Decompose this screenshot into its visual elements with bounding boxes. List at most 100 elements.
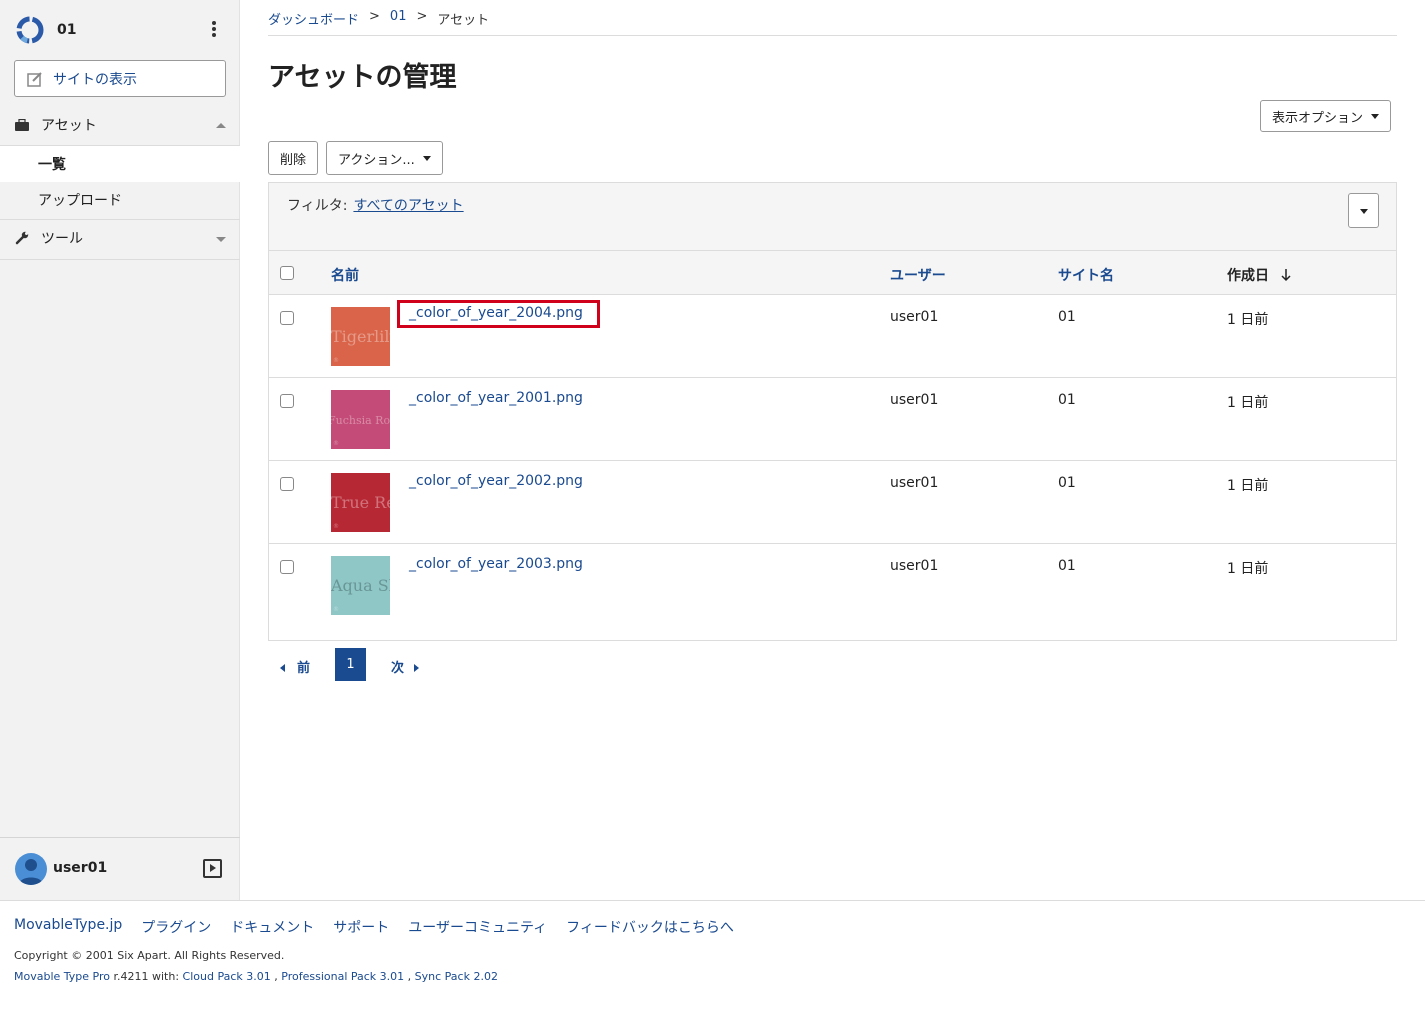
thumbnail-text: Aqua Sky (331, 576, 390, 595)
breadcrumb-dashboard[interactable]: ダッシュボード (268, 9, 359, 28)
pagination-next[interactable]: 次 (391, 657, 420, 676)
view-site-button[interactable]: サイトの表示 (14, 60, 226, 97)
divider (268, 35, 1397, 36)
pack-link-sync[interactable]: Sync Pack 2.02 (415, 970, 498, 983)
version-info: Movable Type Pro r.4211 with: Cloud Pack… (14, 970, 498, 983)
footer-link-community[interactable]: ユーザーコミュニティ (408, 917, 547, 937)
column-header-site[interactable]: サイト名 (1058, 265, 1114, 285)
breadcrumb-separator: > (369, 9, 380, 24)
user-name[interactable]: user01 (53, 860, 107, 876)
row-checkbox[interactable] (280, 311, 294, 325)
site-name[interactable]: 01 (57, 22, 76, 38)
asset-name-link[interactable]: _color_of_year_2002.png (409, 473, 583, 489)
column-header-user[interactable]: ユーザー (890, 265, 946, 285)
asset-thumbnail[interactable]: Tigerlily ® (331, 307, 390, 366)
edit-icon (27, 71, 42, 87)
sidebar-item-label: アップロード (38, 193, 122, 209)
asset-created: 1 日前 (1227, 312, 1269, 328)
row-checkbox[interactable] (280, 394, 294, 408)
avatar[interactable] (15, 853, 47, 885)
asset-site: 01 (1058, 309, 1076, 325)
table-row: Tigerlily ® _color_of_year_2004.png user0… (269, 295, 1396, 378)
filter-label-text: フィルタ: (287, 198, 348, 214)
pack-link-professional[interactable]: Professional Pack 3.01 (281, 970, 404, 983)
copyright: Copyright © 2001 Six Apart. All Rights R… (14, 949, 285, 962)
user-icon (19, 859, 43, 885)
column-header-label: 作成日 (1227, 268, 1269, 284)
actions-dropdown[interactable]: アクション... (326, 141, 443, 175)
table-row: Fuchsia Rose ® _color_of_year_2001.png us… (269, 378, 1396, 461)
arrow-down-icon (1281, 269, 1291, 282)
briefcase-icon (15, 119, 29, 131)
footer-link-documents[interactable]: ドキュメント (230, 917, 314, 937)
asset-created: 1 日前 (1227, 561, 1269, 577)
asset-name-link[interactable]: _color_of_year_2003.png (409, 556, 583, 572)
thumbnail-mark: ® (333, 357, 339, 364)
breadcrumb-current: アセット (437, 13, 490, 28)
filter-toggle-button[interactable] (1348, 193, 1379, 228)
row-checkbox[interactable] (280, 477, 294, 491)
asset-thumbnail[interactable]: True Red ® (331, 473, 390, 532)
display-options-label: 表示オプション (1272, 110, 1364, 126)
thumbnail-mark: ® (333, 523, 339, 530)
pack-link-cloud[interactable]: Cloud Pack 3.01 (183, 970, 271, 983)
sidebar-section-tools[interactable]: ツール (0, 219, 240, 257)
separator: , (404, 970, 415, 983)
asset-user: user01 (890, 309, 939, 325)
select-all-checkbox[interactable] (280, 266, 294, 280)
sidebar-section-assets[interactable]: アセット (0, 106, 240, 144)
footer-link-movabletype[interactable]: MovableType.jp (14, 917, 122, 937)
footer-link-plugins[interactable]: プラグイン (141, 917, 211, 937)
asset-site: 01 (1058, 475, 1076, 491)
caret-right-icon (414, 664, 420, 672)
table-header: 名前 ユーザー サイト名 作成日 (269, 251, 1396, 295)
footer: MovableType.jp プラグイン ドキュメント サポート ユーザーコミュ… (0, 900, 1425, 1017)
pagination-prev-label: 前 (297, 661, 311, 676)
pagination-next-label: 次 (391, 661, 405, 676)
row-checkbox[interactable] (280, 560, 294, 574)
asset-site: 01 (1058, 558, 1076, 574)
asset-created: 1 日前 (1227, 478, 1269, 494)
asset-user: user01 (890, 475, 939, 491)
column-header-created[interactable]: 作成日 (1227, 265, 1292, 285)
footer-link-support[interactable]: サポート (333, 917, 389, 937)
movable-type-logo-icon[interactable] (15, 15, 45, 45)
breadcrumb-site[interactable]: 01 (390, 9, 407, 28)
asset-user: user01 (890, 558, 939, 574)
asset-name-link[interactable]: _color_of_year_2001.png (409, 390, 583, 406)
display-options-button[interactable]: 表示オプション (1260, 100, 1392, 132)
pagination-current-page[interactable]: 1 (335, 648, 366, 681)
column-header-name[interactable]: 名前 (331, 265, 359, 285)
thumbnail-mark: ® (333, 440, 339, 447)
filter-link[interactable]: すべてのアセット (353, 198, 463, 214)
caret-up-icon (216, 123, 226, 128)
breadcrumb: ダッシュボード > 01 > アセット (268, 9, 489, 28)
caret-left-icon (280, 664, 285, 672)
asset-thumbnail[interactable]: Fuchsia Rose ® (331, 390, 390, 449)
thumbnail-text: Tigerlily (331, 327, 390, 346)
product-link[interactable]: Movable Type Pro (14, 970, 110, 983)
divider (0, 259, 240, 260)
pagination-prev[interactable]: 前 (280, 657, 310, 676)
sidebar-header: 01 (0, 0, 240, 60)
thumbnail-text: True Red (331, 493, 390, 512)
breadcrumb-separator: > (416, 9, 428, 24)
page-title: アセットの管理 (268, 62, 457, 93)
table-row: True Red ® _color_of_year_2002.png user01… (269, 461, 1396, 544)
asset-thumbnail[interactable]: Aqua Sky ® (331, 556, 390, 615)
sidebar-item-upload[interactable]: アップロード (0, 182, 240, 218)
delete-button[interactable]: 削除 (268, 141, 319, 175)
table-row: Aqua Sky ® _color_of_year_2003.png user01… (269, 544, 1396, 627)
footer-links: MovableType.jp プラグイン ドキュメント サポート ユーザーコミュ… (14, 917, 734, 937)
kebab-menu-icon[interactable] (206, 19, 222, 39)
delete-label: 削除 (280, 152, 307, 168)
sidebar: 01 サイトの表示 アセット 一覧 アップロード ツール user01 (0, 0, 240, 900)
collapse-sidebar-icon[interactable] (203, 859, 222, 878)
separator: , (270, 970, 282, 983)
asset-name-link[interactable]: _color_of_year_2004.png (397, 300, 600, 328)
asset-created: 1 日前 (1227, 395, 1269, 411)
caret-down-icon (422, 155, 431, 161)
sidebar-item-list[interactable]: 一覧 (0, 146, 240, 182)
version-text: r.4211 with: (110, 970, 183, 983)
footer-link-feedback[interactable]: フィードバックはこちらへ (566, 917, 734, 937)
